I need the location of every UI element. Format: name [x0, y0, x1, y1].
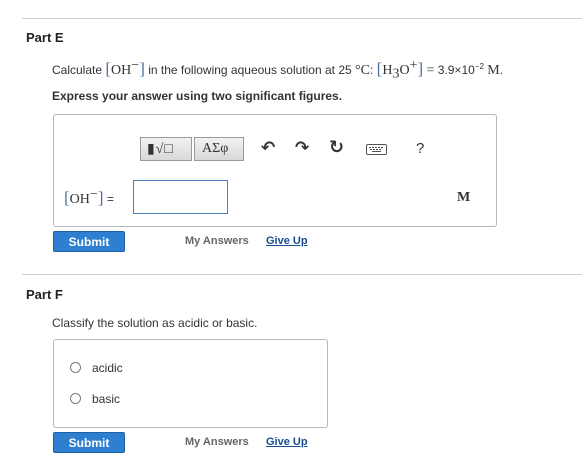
oh-concentration-input[interactable] [133, 180, 228, 214]
reset-icon[interactable]: ↻ [329, 137, 344, 158]
part-e-answer-panel: ▮√□ ΑΣφ ↶ ↷ ↻ ? [OH−] = M [53, 114, 497, 227]
answer-label: [OH−] = [64, 187, 114, 207]
top-divider [22, 18, 582, 19]
greek-symbols-button[interactable]: ΑΣφ [194, 137, 244, 161]
part-f-options-panel: acidic basic [53, 339, 328, 428]
undo-icon[interactable]: ↶ [261, 138, 275, 158]
part-e-title: Part E [26, 30, 64, 45]
middle-divider [22, 274, 582, 275]
part-f-give-up-link[interactable]: Give Up [266, 436, 308, 448]
part-e-submit-button[interactable]: Submit [53, 231, 125, 252]
part-e-instruction: Express your answer using two significan… [52, 89, 343, 103]
keyboard-icon[interactable] [366, 144, 387, 155]
option-acidic-label[interactable]: acidic [92, 361, 123, 375]
part-e-give-up-link[interactable]: Give Up [266, 235, 308, 247]
template-button[interactable]: ▮√□ [140, 137, 192, 161]
math-toolbar: ▮√□ ΑΣφ ↶ ↷ ↻ ? [140, 137, 430, 161]
part-f-question: Classify the solution as acidic or basic… [52, 316, 258, 330]
help-icon[interactable]: ? [416, 140, 424, 157]
redo-icon[interactable]: ↷ [295, 138, 309, 158]
option-basic-label[interactable]: basic [92, 392, 120, 406]
radio-acidic[interactable] [70, 362, 81, 373]
part-e-question: Calculate [OH−] in the following aqueous… [52, 58, 504, 82]
greek-label: ΑΣφ [202, 141, 229, 156]
part-f-my-answers-link[interactable]: My Answers [185, 436, 249, 448]
radio-basic[interactable] [70, 393, 81, 404]
part-e-my-answers-link[interactable]: My Answers [185, 235, 249, 247]
answer-unit: M [457, 190, 471, 205]
template-icon: ▮√□ [147, 142, 174, 157]
part-f-title: Part F [26, 287, 63, 302]
part-f-submit-button[interactable]: Submit [53, 432, 125, 453]
